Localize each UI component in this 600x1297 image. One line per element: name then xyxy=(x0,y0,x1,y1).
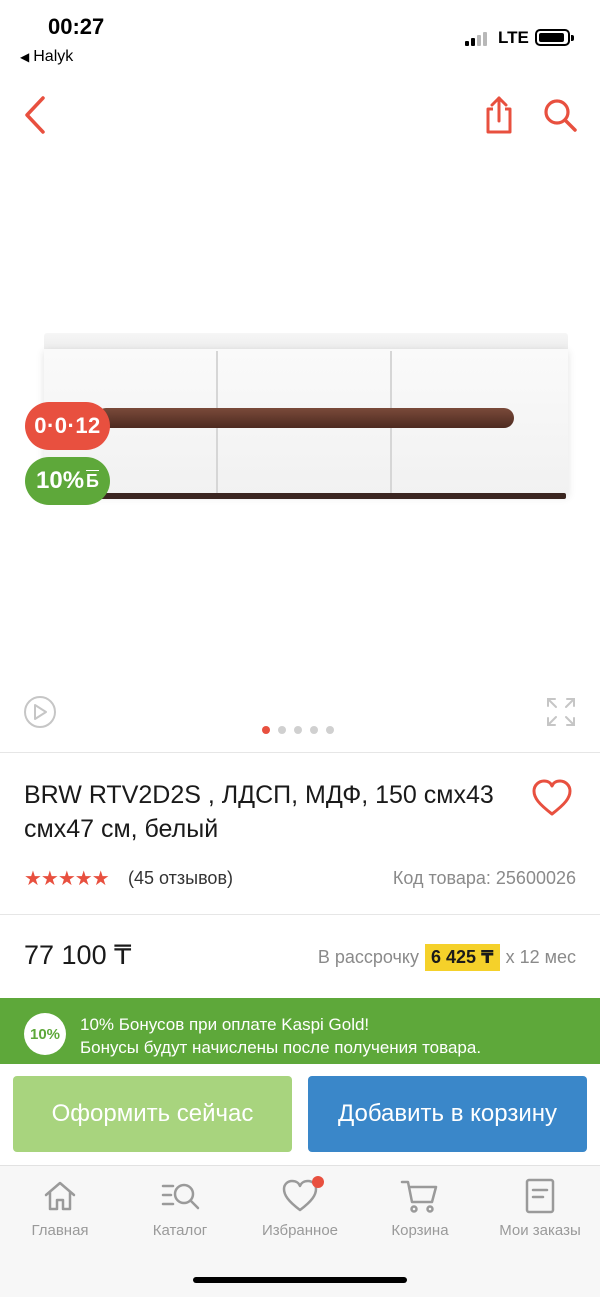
installment-info: В рассрочку 6 425 ₸ х 12 мес xyxy=(318,944,576,971)
play-video-button[interactable] xyxy=(24,696,56,728)
home-indicator[interactable] xyxy=(193,1277,407,1283)
back-app-label: Halyk xyxy=(33,48,74,65)
tab-orders-label: Мои заказы xyxy=(499,1222,581,1239)
bonus-line-1: 10% Бонусов при оплате Kaspi Gold! xyxy=(80,1015,370,1034)
network-type: LTE xyxy=(498,28,529,47)
search-icon xyxy=(544,99,577,132)
product-code: Код товара: 25600026 xyxy=(392,868,576,888)
rating-row: ★★★★★ (45 отзывов) Код товара: 25600026 xyxy=(24,866,576,890)
divider xyxy=(0,752,600,753)
tab-favorites-label: Избранное xyxy=(261,1222,339,1239)
tab-favorites[interactable]: Избранное xyxy=(240,1176,360,1246)
product-price: 77 100 ₸ xyxy=(24,940,132,970)
back-triangle-icon: ◀ xyxy=(20,50,30,64)
installment-badge: 0·0·12 xyxy=(25,402,110,450)
tab-catalog-label: Каталог xyxy=(152,1222,208,1239)
tab-cart[interactable]: Корзина xyxy=(360,1176,480,1246)
tab-cart-label: Корзина xyxy=(391,1222,449,1239)
notification-dot xyxy=(312,1176,324,1188)
add-to-cart-button[interactable]: Добавить в корзину xyxy=(308,1076,587,1152)
rating-stars: ★★★★★ xyxy=(24,868,110,890)
signal-icon xyxy=(465,30,491,46)
bonus-circle: 10% xyxy=(24,1013,66,1055)
home-icon xyxy=(44,1181,76,1211)
installment-suffix: х 12 мес xyxy=(505,947,576,967)
bonus-badge: 10% Б xyxy=(25,457,110,505)
bottom-tab-bar: Главная Каталог Избранное Корзина Мои за… xyxy=(0,1165,600,1255)
orders-document-icon xyxy=(525,1178,555,1214)
product-title: BRW RTV2D2S , ЛДСП, МДФ, 150 смх43 смх47… xyxy=(24,781,494,843)
play-icon xyxy=(34,704,47,720)
gallery-dot[interactable] xyxy=(294,726,302,734)
tab-catalog[interactable]: Каталог xyxy=(120,1176,240,1246)
gallery-pagination xyxy=(262,726,334,734)
heart-icon xyxy=(532,779,572,816)
share-button[interactable] xyxy=(478,90,520,140)
status-bar: 00:27 ◀ Halyk LTE xyxy=(0,0,600,75)
product-image xyxy=(44,333,568,503)
bonus-text: 10% Бонусов при оплате Kaspi Gold! Бонус… xyxy=(80,1013,481,1059)
chevron-left-icon xyxy=(25,96,45,134)
bonus-badge-percent: 10% xyxy=(36,467,85,494)
battery-icon xyxy=(535,29,574,46)
installment-monthly: 6 425 ₸ xyxy=(425,944,500,971)
gallery-dot[interactable] xyxy=(262,726,270,734)
tab-home[interactable]: Главная xyxy=(0,1176,120,1246)
cart-icon xyxy=(400,1180,438,1213)
back-button[interactable] xyxy=(14,90,56,140)
gallery-dot[interactable] xyxy=(310,726,318,734)
bonus-badge-currency: Б xyxy=(86,470,99,491)
catalog-search-icon xyxy=(161,1183,200,1210)
search-button[interactable] xyxy=(537,90,583,140)
fullscreen-icon[interactable] xyxy=(545,696,577,728)
status-time: 00:27 xyxy=(48,14,105,39)
home-indicator-area xyxy=(0,1255,600,1297)
gallery-dot[interactable] xyxy=(278,726,286,734)
gallery-dot[interactable] xyxy=(326,726,334,734)
divider xyxy=(0,914,600,915)
tab-home-label: Главная xyxy=(31,1222,89,1239)
installment-prefix: В рассрочку xyxy=(317,947,419,967)
favorite-button[interactable] xyxy=(530,778,574,818)
share-icon xyxy=(486,96,512,134)
bonus-banner: 10% 10% Бонусов при оплате Kaspi Gold! Б… xyxy=(0,998,600,1064)
bonus-line-2: Бонусы будут начислены после получения т… xyxy=(80,1038,482,1057)
product-gallery[interactable]: 0·0·12 10% Б xyxy=(0,150,600,750)
tab-orders[interactable]: Мои заказы xyxy=(480,1176,600,1246)
buy-now-button[interactable]: Оформить сейчас xyxy=(13,1076,292,1152)
reviews-link[interactable]: (45 отзывов) xyxy=(128,868,233,889)
back-to-app-link[interactable]: ◀ Halyk xyxy=(20,48,73,66)
top-navigation xyxy=(0,85,600,145)
